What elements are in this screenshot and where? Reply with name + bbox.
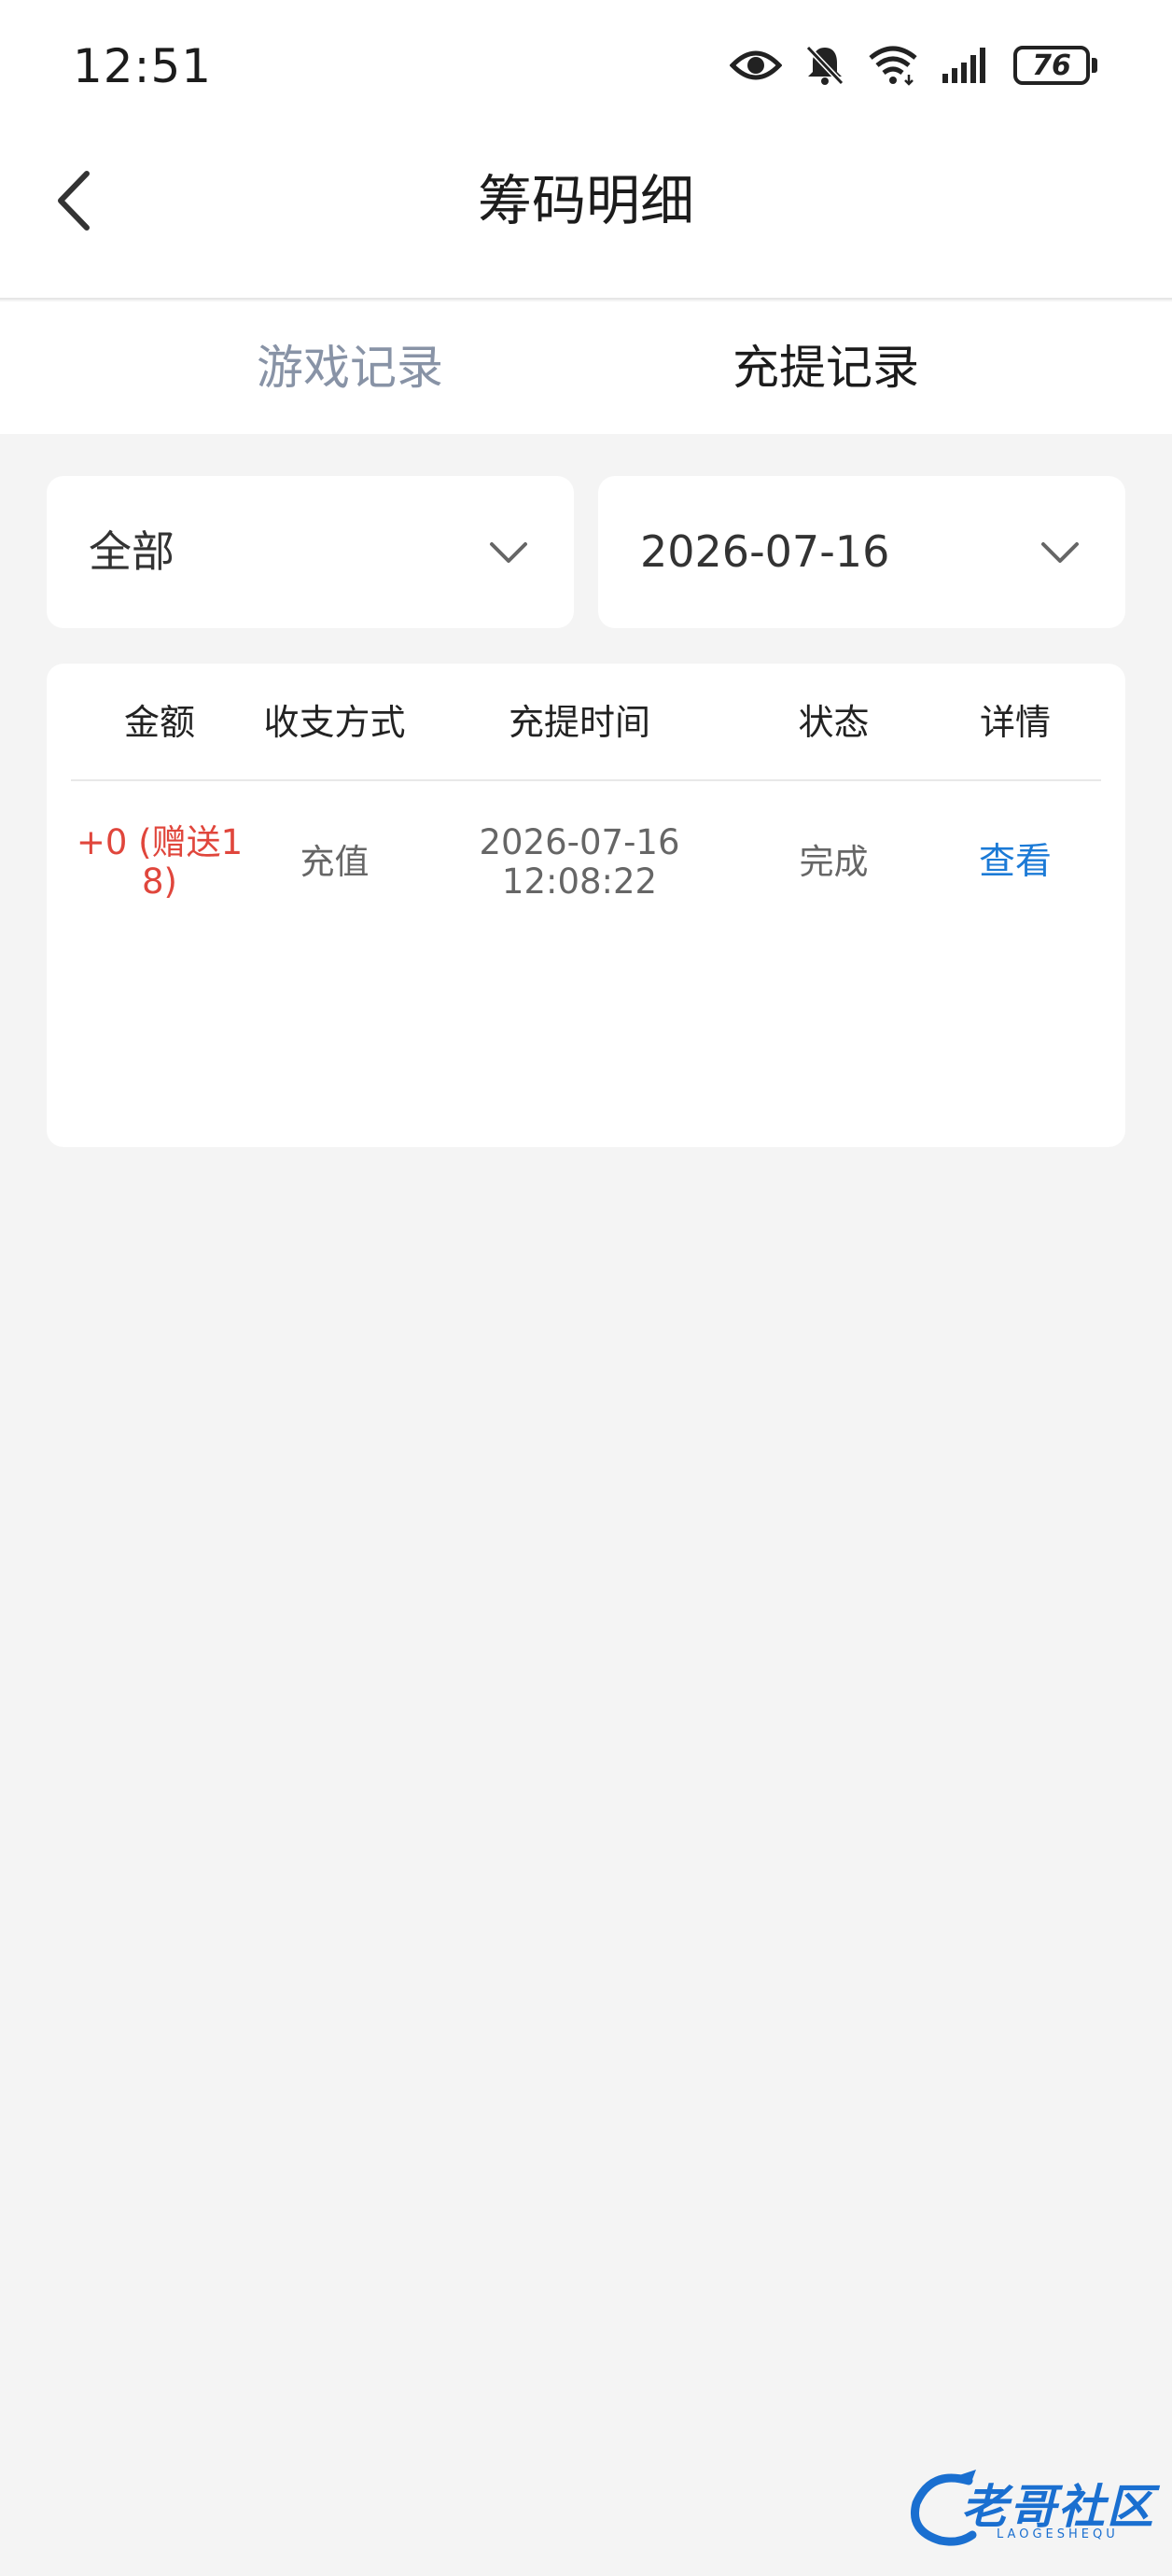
- status-time: 12:51: [73, 39, 213, 93]
- column-header-time: 充提时间: [508, 702, 650, 743]
- amount-line-1: +0 (赠送1: [76, 822, 244, 862]
- tab-game-records[interactable]: 游戏记录: [187, 301, 513, 434]
- cell-time-date: 2026-07-16: [479, 822, 680, 862]
- bell-muted-icon: [804, 44, 845, 87]
- column-header-method: 收支方式: [263, 702, 406, 743]
- table-header: 金额 收支方式 充提时间 状态 详情: [71, 664, 1101, 781]
- battery-level: 76: [1032, 49, 1071, 82]
- tab-bar: 游戏记录 充提记录: [0, 301, 1172, 434]
- header: 筹码明细: [0, 135, 1172, 300]
- chevron-down-icon: [1041, 542, 1079, 563]
- battery-icon: 76: [1013, 46, 1097, 85]
- table-row: +0 (赠送1 8) 充值 2026-07-16 12:08:22 完成 查看: [71, 783, 1101, 942]
- wifi-icon: [868, 45, 918, 86]
- cell-status: 完成: [799, 842, 869, 882]
- date-filter-value: 2026-07-16: [640, 526, 890, 577]
- status-icons: 76: [730, 37, 1097, 93]
- cell-time-clock: 12:08:22: [501, 861, 658, 902]
- view-detail-link[interactable]: 查看: [979, 843, 1052, 882]
- eye-icon: [730, 47, 782, 84]
- cell-amount: +0 (赠送1 8): [71, 783, 248, 942]
- tab-deposit-withdraw-records[interactable]: 充提记录: [663, 301, 989, 434]
- cell-time: 2026-07-16 12:08:22: [421, 783, 738, 942]
- type-filter-value: 全部: [89, 526, 174, 577]
- cell-detail: 查看: [929, 783, 1101, 942]
- signal-icon: [941, 46, 991, 85]
- watermark-subtext: LAOGESHEQU: [997, 2527, 1119, 2541]
- status-bar: 12:51 76: [0, 0, 1172, 135]
- column-header-amount: 金额: [123, 702, 195, 743]
- amount-line-2: 8): [142, 861, 177, 902]
- watermark-logo: 老哥社区 LAOGESHEQU: [903, 2466, 1155, 2550]
- page: 12:51 76 筹码明细 游戏记录 充提记录 全部 2026-07-16 金额…: [0, 0, 1172, 2576]
- column-header-detail: 详情: [979, 702, 1051, 743]
- chevron-down-icon: [490, 542, 527, 563]
- column-header-status: 状态: [798, 702, 870, 743]
- cell-method: 充值: [300, 842, 370, 882]
- date-filter-dropdown[interactable]: 2026-07-16: [598, 476, 1125, 628]
- type-filter-dropdown[interactable]: 全部: [47, 476, 574, 628]
- records-table: 金额 收支方式 充提时间 状态 详情 +0 (赠送1 8) 充值 2026-07…: [47, 664, 1125, 1147]
- page-title: 筹码明细: [477, 169, 694, 232]
